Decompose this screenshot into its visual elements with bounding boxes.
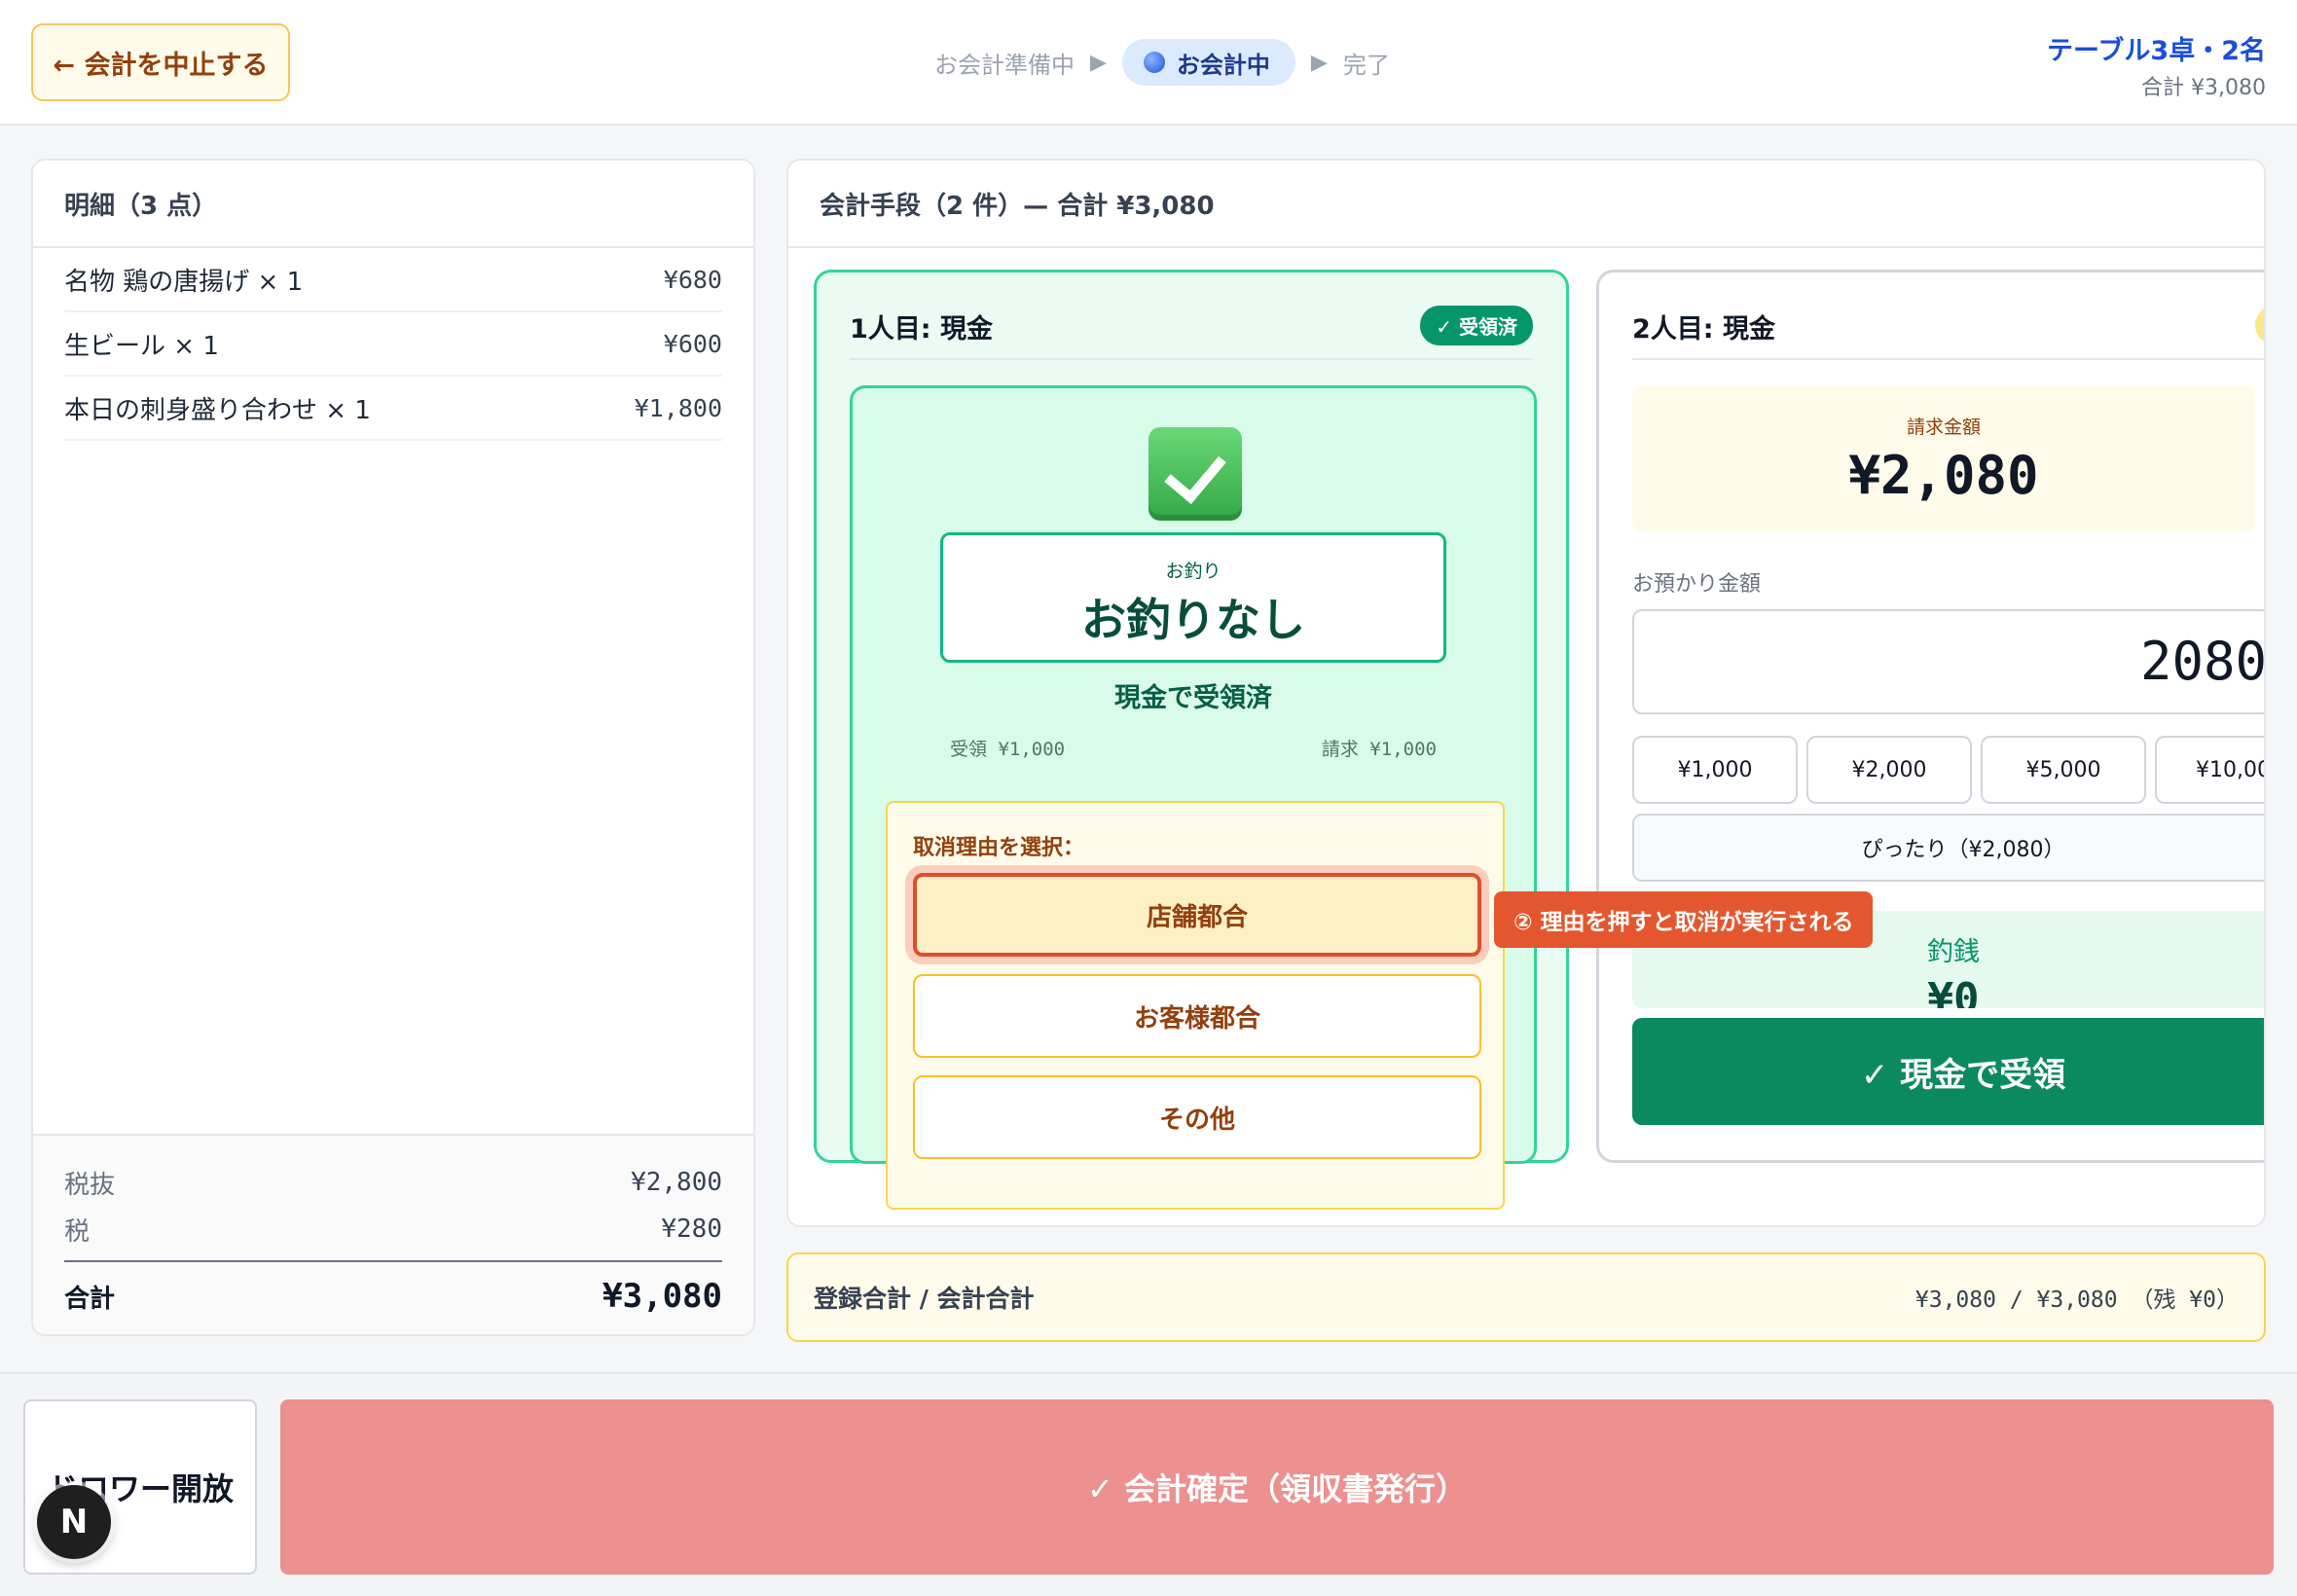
item-name: 生ビール × 1: [64, 331, 219, 361]
tax-label: 税: [64, 1216, 91, 1247]
active-dot-icon: [1143, 52, 1165, 73]
table-total: 合計 ¥3,080: [2141, 76, 2266, 100]
change-value: お釣りなし: [1081, 594, 1305, 646]
payment-card-2: 2人目: 現金 請求金額 ¥2,080 お預かり金額 2080 ¥1,000 ¥…: [1596, 270, 2264, 1163]
payment-methods-panel: 会計手段（2 件）— 合計 ¥3,080 1人目: 現金 ✓ 受領済 お釣り お…: [786, 159, 2266, 1227]
item-price: ¥680: [663, 265, 722, 294]
received-summary: お釣り お釣りなし 現金で受領済 受領 ¥1,000 請求 ¥1,000 取消理…: [850, 385, 1537, 1210]
step-preparing: お会計準備中: [934, 51, 1075, 79]
cancel-checkout-button[interactable]: ← 会計を中止する: [31, 23, 290, 101]
bill-box: 請求金額 ¥2,080: [1632, 385, 2255, 531]
total-row: 合計 ¥3,080: [64, 1260, 722, 1319]
progress-steps: お会計準備中 ▶ お会計中 ▶ 完了: [934, 37, 1390, 88]
item-name: 本日の刺身盛り合わせ × 1: [64, 395, 371, 425]
list-item: 本日の刺身盛り合わせ × 1 ¥1,800: [64, 377, 722, 441]
item-price: ¥600: [663, 329, 722, 358]
dev-tools-icon[interactable]: N: [37, 1485, 111, 1559]
reason-customer-button[interactable]: お客様都合: [913, 974, 1481, 1058]
payment-card-1: 1人目: 現金 ✓ 受領済 お釣り お釣りなし 現金で受領済 受領 ¥1,000…: [814, 270, 1569, 1210]
tax-row: 税 ¥280: [64, 1206, 722, 1252]
top-header: ← 会計を中止する お会計準備中 ▶ お会計中 ▶ 完了 テーブル3卓・2名 合…: [0, 0, 2297, 126]
instruction-tooltip: ② 理由を押すと取消が実行される: [1494, 891, 1874, 948]
table-info: テーブル3卓・2名: [2047, 36, 2266, 66]
quick-amount-button[interactable]: ¥1,000: [1632, 736, 1798, 804]
step-arrow-icon: ▶: [1310, 50, 1328, 75]
list-item: 生ビール × 1 ¥600: [64, 312, 722, 377]
item-list: 名物 鶏の唐揚げ × 1 ¥680 生ビール × 1 ¥600 本日の刺身盛り合…: [33, 248, 753, 441]
card1-title: 1人目: 現金: [850, 314, 993, 345]
change-box: お釣り お釣りなし: [940, 532, 1446, 663]
change-value: ¥0: [1927, 974, 1980, 1008]
reason-store-button[interactable]: 店舗都合: [913, 873, 1481, 957]
reason-other-button[interactable]: その他: [913, 1075, 1481, 1159]
received-badge: ✓ 受領済: [1420, 306, 1533, 345]
divider: [850, 358, 1533, 360]
register-total-value: ¥3,080 / ¥3,080 （残 ¥0）: [1914, 1288, 2239, 1313]
item-price: ¥1,800: [634, 393, 722, 422]
quick-amount-button[interactable]: ¥10,000: [2155, 736, 2264, 804]
received-status: 現金で受領済: [1114, 683, 1272, 713]
bill-label: 請求金額: [1906, 417, 1981, 438]
tax-value: ¥280: [661, 1215, 722, 1244]
exact-amount-button[interactable]: ぴったり（¥2,080）: [1632, 814, 2264, 882]
totals-summary: 税抜 ¥2,800 税 ¥280 合計 ¥3,080: [33, 1134, 753, 1334]
order-details-panel: 明細（3 点） 名物 鶏の唐揚げ × 1 ¥680 生ビール × 1 ¥600 …: [31, 159, 755, 1336]
quick-amount-button[interactable]: ¥2,000: [1806, 736, 1972, 804]
step-in-progress: お会計中: [1121, 39, 1295, 86]
deposit-input[interactable]: 2080: [1632, 609, 2264, 714]
pending-badge: [2255, 306, 2264, 345]
register-total-bar: 登録合計 / 会計合計 ¥3,080 / ¥3,080 （残 ¥0）: [786, 1252, 2266, 1342]
footer-bar: ドロワー開放 ✓ 会計確定（領収書発行）: [0, 1372, 2297, 1596]
quick-amount-button[interactable]: ¥5,000: [1981, 736, 2146, 804]
total-label: 合計: [64, 1284, 116, 1314]
card2-title: 2人目: 現金: [1632, 314, 1775, 345]
cancel-reason-box: 取消理由を選択： 店舗都合 お客様都合 その他: [886, 801, 1505, 1210]
deposit-label: お預かり金額: [1632, 572, 1762, 597]
subtotal-value: ¥2,800: [631, 1168, 722, 1197]
confirm-checkout-button[interactable]: ✓ 会計確定（領収書発行）: [280, 1399, 2274, 1575]
subtotal-label: 税抜: [64, 1170, 116, 1200]
list-item: 名物 鶏の唐揚げ × 1 ¥680: [64, 248, 722, 312]
item-name: 名物 鶏の唐揚げ × 1: [64, 267, 304, 297]
step-arrow-icon: ▶: [1090, 50, 1107, 75]
register-total-label: 登録合計 / 会計合計: [814, 1285, 1035, 1313]
receive-cash-button[interactable]: ✓ 現金で受領: [1632, 1018, 2264, 1125]
divider: [1632, 358, 2264, 360]
subtotal-row: 税抜 ¥2,800: [64, 1159, 722, 1206]
step-in-progress-label: お会計中: [1176, 51, 1270, 79]
received-amount: 受領 ¥1,000: [950, 739, 1066, 760]
cancel-reason-title: 取消理由を選択：: [913, 836, 1085, 860]
details-title: 明細（3 点）: [33, 161, 753, 248]
checkmark-icon: [1148, 427, 1242, 521]
bill-value: ¥2,080: [1848, 445, 2039, 506]
payments-title: 会計手段（2 件）— 合計 ¥3,080: [788, 161, 2264, 248]
total-value: ¥3,080: [602, 1277, 722, 1316]
change-label: お釣り: [1165, 561, 1221, 582]
step-complete: 完了: [1342, 51, 1390, 79]
billed-amount: 請求 ¥1,000: [1321, 739, 1437, 760]
